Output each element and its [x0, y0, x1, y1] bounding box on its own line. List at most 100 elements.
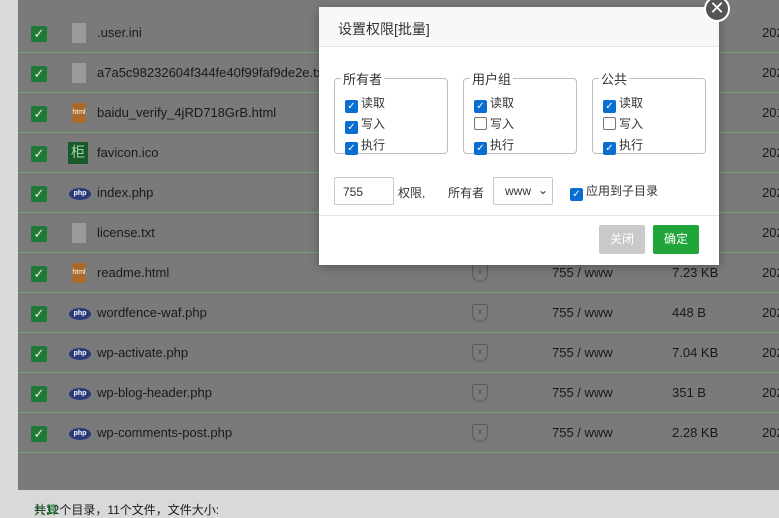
file-size: 7.04 KB	[672, 345, 719, 360]
permission-label: 读取	[361, 96, 386, 110]
shield-icon[interactable]: ×	[472, 304, 488, 322]
checkbox-icon: ✓	[474, 142, 487, 155]
owner-exec-checkbox[interactable]: ✓ 执行	[345, 136, 385, 155]
dialog-title: 设置权限[批量]	[319, 7, 719, 47]
checkbox-icon: ✓	[345, 142, 358, 155]
permission-label: 写入	[490, 117, 515, 131]
file-name[interactable]: a7a5c98232604f344fe40f99faf9de2e.txt	[97, 65, 327, 80]
file-summary-bar: 共12个目录，11个文件，文件大小: 计算	[18, 465, 779, 517]
public-read-checkbox[interactable]: ✓ 读取	[603, 94, 643, 113]
owner-select-value: www	[505, 184, 531, 198]
fav-file-icon: 柜	[68, 142, 88, 164]
owner-label: 所有者	[448, 186, 485, 200]
file-permission[interactable]: 755 / www	[552, 305, 613, 320]
row-checkbox[interactable]: ✓	[31, 266, 47, 282]
file-date: 202	[762, 345, 779, 360]
html-file-icon: html	[72, 103, 86, 123]
file-date: 202	[762, 225, 779, 240]
file-date: 202	[762, 425, 779, 440]
row-checkbox[interactable]: ✓	[31, 386, 47, 402]
permission-label: 写入	[619, 117, 644, 131]
permission-label: 读取	[490, 96, 515, 110]
file-date: 202	[762, 305, 779, 320]
public-exec-checkbox[interactable]: ✓ 执行	[603, 136, 643, 155]
file-size: 2.28 KB	[672, 425, 719, 440]
usergroup-exec-checkbox[interactable]: ✓ 执行	[474, 136, 514, 155]
file-size: 351 B	[672, 385, 706, 400]
file-permission[interactable]: 755 / www	[552, 385, 613, 400]
file-name[interactable]: wp-comments-post.php	[97, 425, 232, 440]
doc-file-icon	[72, 23, 86, 43]
row-checkbox[interactable]: ✓	[31, 226, 47, 242]
checkbox-icon: ✓	[603, 100, 616, 113]
permission-label: 执行	[490, 138, 515, 152]
shield-icon[interactable]: ×	[472, 384, 488, 402]
shield-icon[interactable]: ×	[472, 344, 488, 362]
file-name[interactable]: readme.html	[97, 265, 169, 280]
row-checkbox[interactable]: ✓	[31, 186, 47, 202]
file-name[interactable]: wp-activate.php	[97, 345, 188, 360]
file-date: 202	[762, 145, 779, 160]
checkbox-icon: ✓	[345, 121, 358, 134]
file-permission[interactable]: 755 / www	[552, 265, 613, 280]
checkbox-icon: ✓	[603, 142, 616, 155]
apply-subdir-checkbox[interactable]: ✓ 应用到子目录	[570, 182, 658, 201]
file-date: 202	[762, 185, 779, 200]
file-name[interactable]: wordfence-waf.php	[97, 305, 207, 320]
table-row[interactable]: ✓ php wp-comments-post.php × 755 / www 2.28 K…	[18, 414, 779, 453]
row-checkbox[interactable]: ✓	[31, 306, 47, 322]
confirm-button[interactable]: 确定	[653, 225, 699, 254]
file-date: 201	[762, 105, 779, 120]
file-name[interactable]: favicon.ico	[97, 145, 158, 160]
public-write-checkbox[interactable]: 写入	[603, 115, 643, 132]
owner-write-checkbox[interactable]: ✓ 写入	[345, 115, 385, 134]
table-row[interactable]: ✓ php wp-activate.php × 755 / www 7.04 KB 202	[18, 334, 779, 373]
row-checkbox[interactable]: ✓	[31, 426, 47, 442]
table-row[interactable]: ✓ php wp-blog-header.php × 755 / www 351 B 202	[18, 374, 779, 413]
table-row[interactable]: ✓ php wordfence-waf.php × 755 / www 448 B 202	[18, 294, 779, 333]
php-file-icon: php	[69, 428, 91, 440]
file-date: 202	[762, 65, 779, 80]
public-group-legend: 公共	[601, 72, 628, 87]
row-checkbox[interactable]: ✓	[31, 26, 47, 42]
file-date: 202	[762, 385, 779, 400]
checkbox-icon	[603, 117, 616, 130]
shield-icon[interactable]: ×	[472, 424, 488, 442]
row-checkbox[interactable]: ✓	[31, 146, 47, 162]
file-size: 7.23 KB	[672, 265, 719, 280]
permission-label: 读取	[619, 96, 644, 110]
shield-icon[interactable]: ×	[472, 264, 488, 282]
checkbox-icon: ✓	[345, 100, 358, 113]
row-checkbox[interactable]: ✓	[31, 106, 47, 122]
doc-file-icon	[72, 63, 86, 83]
file-name[interactable]: license.txt	[97, 225, 155, 240]
permission-mode-input[interactable]: 755	[334, 177, 394, 205]
usergroup-read-checkbox[interactable]: ✓ 读取	[474, 94, 514, 113]
file-name[interactable]: wp-blog-header.php	[97, 385, 212, 400]
calc-size-link[interactable]: 计算	[34, 501, 58, 518]
php-file-icon: php	[69, 308, 91, 320]
doc-file-icon	[72, 223, 86, 243]
dialog-footer-divider	[319, 215, 719, 216]
usergroup-write-checkbox[interactable]: 写入	[474, 115, 514, 132]
permission-label: 执行	[619, 138, 644, 152]
html-file-icon: html	[72, 263, 86, 283]
php-file-icon: php	[69, 388, 91, 400]
row-checkbox[interactable]: ✓	[31, 346, 47, 362]
file-permission[interactable]: 755 / www	[552, 345, 613, 360]
apply-subdir-check-icon: ✓	[570, 188, 583, 201]
row-checkbox[interactable]: ✓	[31, 66, 47, 82]
file-permission[interactable]: 755 / www	[552, 425, 613, 440]
checkbox-icon	[474, 117, 487, 130]
php-file-icon: php	[69, 348, 91, 360]
owner-select[interactable]: www ⌄	[493, 177, 553, 205]
permission-label: 写入	[361, 117, 386, 131]
file-name[interactable]: index.php	[97, 185, 153, 200]
file-name[interactable]: baidu_verify_4jRD718GrB.html	[97, 105, 276, 120]
apply-subdir-label: 应用到子目录	[586, 184, 659, 198]
close-button[interactable]: 关闭	[599, 225, 645, 254]
file-size: 448 B	[672, 305, 706, 320]
file-name[interactable]: .user.ini	[97, 25, 142, 40]
owner-group-legend: 所有者	[343, 72, 383, 87]
owner-read-checkbox[interactable]: ✓ 读取	[345, 94, 385, 113]
